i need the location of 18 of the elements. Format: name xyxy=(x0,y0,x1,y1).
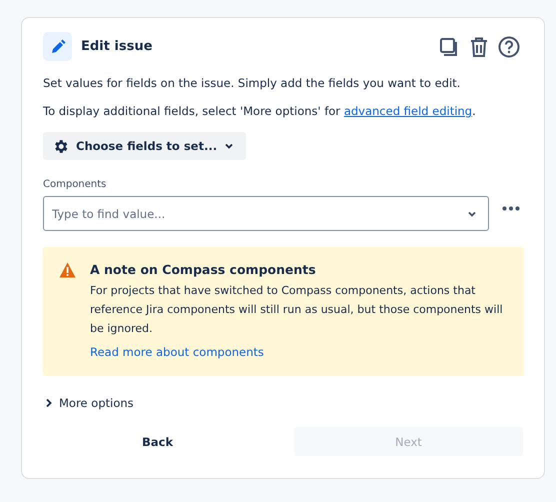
warning-icon xyxy=(59,262,76,278)
description-text: Set values for fields on the issue. Simply add the fields you want to edit. xyxy=(43,75,462,91)
help-icon[interactable] xyxy=(497,34,521,58)
more-options-toggle[interactable]: More options xyxy=(45,396,134,410)
chevron-down-icon xyxy=(467,209,478,219)
warning-text: For projects that have switched to Compass components, actions that reference Jira components will still run as usual, but those components will be ignored. xyxy=(90,283,504,337)
advanced-link[interactable]: advanced field editing xyxy=(344,104,472,118)
warning-title: A note on Compass components xyxy=(90,262,317,277)
choose-fields-button[interactable]: Choose fields to set... xyxy=(43,132,246,160)
pencil-icon xyxy=(43,32,72,61)
read-more-link[interactable]: Read more about components xyxy=(90,345,264,359)
components-select[interactable]: Type to find value... xyxy=(43,196,490,231)
field-label: Components xyxy=(43,179,108,190)
advanced-text: To display additional fields, select 'More options' for advanced field editing. xyxy=(43,103,477,119)
chevron-right-icon xyxy=(45,398,53,408)
chevron-down-icon xyxy=(224,141,234,151)
header-title: Edit issue xyxy=(81,39,154,54)
footer-button[interactable]: Back xyxy=(43,427,272,456)
